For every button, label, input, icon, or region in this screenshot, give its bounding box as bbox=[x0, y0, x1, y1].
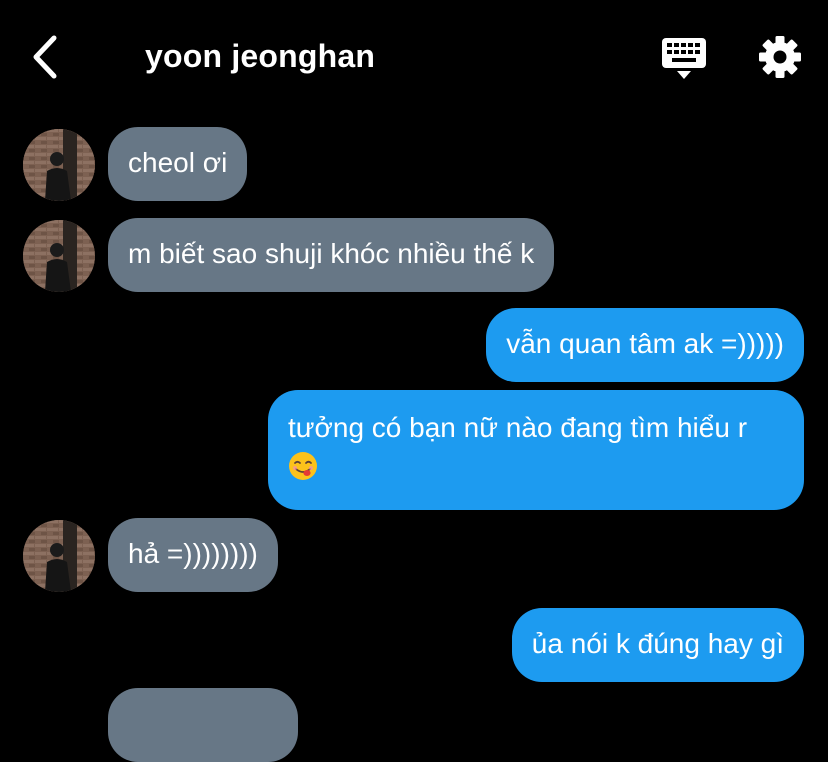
message-bubble-incoming[interactable]: hả =)))))))) bbox=[108, 518, 278, 592]
keyboard-icon bbox=[662, 38, 706, 79]
message-text: m biết sao shuji khóc nhiều thế k bbox=[128, 238, 535, 269]
settings-button[interactable] bbox=[757, 34, 803, 80]
message-bubble-incoming[interactable]: m biết sao shuji khóc nhiều thế k bbox=[108, 218, 555, 292]
avatar-photo bbox=[23, 520, 95, 592]
message-text: tưởng có bạn nữ nào đang tìm hiểu r bbox=[288, 412, 748, 443]
message-bubble-incoming[interactable]: cheol ơi bbox=[108, 127, 248, 201]
avatar-photo bbox=[23, 129, 95, 201]
message-text: hả =)))))))) bbox=[128, 538, 258, 569]
avatar[interactable] bbox=[23, 129, 95, 201]
message-bubble-incoming-partial[interactable] bbox=[108, 688, 298, 762]
message-bubble-outgoing[interactable]: tưởng có bạn nữ nào đang tìm hiểu r bbox=[268, 390, 804, 510]
gear-icon bbox=[759, 36, 801, 78]
message-text: vẫn quan tâm ak =))))) bbox=[506, 328, 784, 359]
chat-header: yoon jeonghan bbox=[0, 0, 828, 110]
back-button[interactable] bbox=[26, 32, 66, 82]
message-text: cheol ơi bbox=[128, 147, 228, 178]
face-savoring-food-emoji bbox=[289, 452, 317, 480]
avatar[interactable] bbox=[23, 220, 95, 292]
message-text: ủa nói k đúng hay gì bbox=[531, 628, 784, 659]
message-bubble-outgoing[interactable]: ủa nói k đúng hay gì bbox=[511, 608, 804, 682]
avatar-photo bbox=[23, 220, 95, 292]
message-bubble-outgoing[interactable]: vẫn quan tâm ak =))))) bbox=[486, 308, 804, 382]
avatar[interactable] bbox=[23, 520, 95, 592]
keyboard-button[interactable] bbox=[660, 36, 708, 80]
conversation-title[interactable]: yoon jeonghan bbox=[145, 36, 375, 76]
chevron-left-icon bbox=[33, 35, 57, 79]
